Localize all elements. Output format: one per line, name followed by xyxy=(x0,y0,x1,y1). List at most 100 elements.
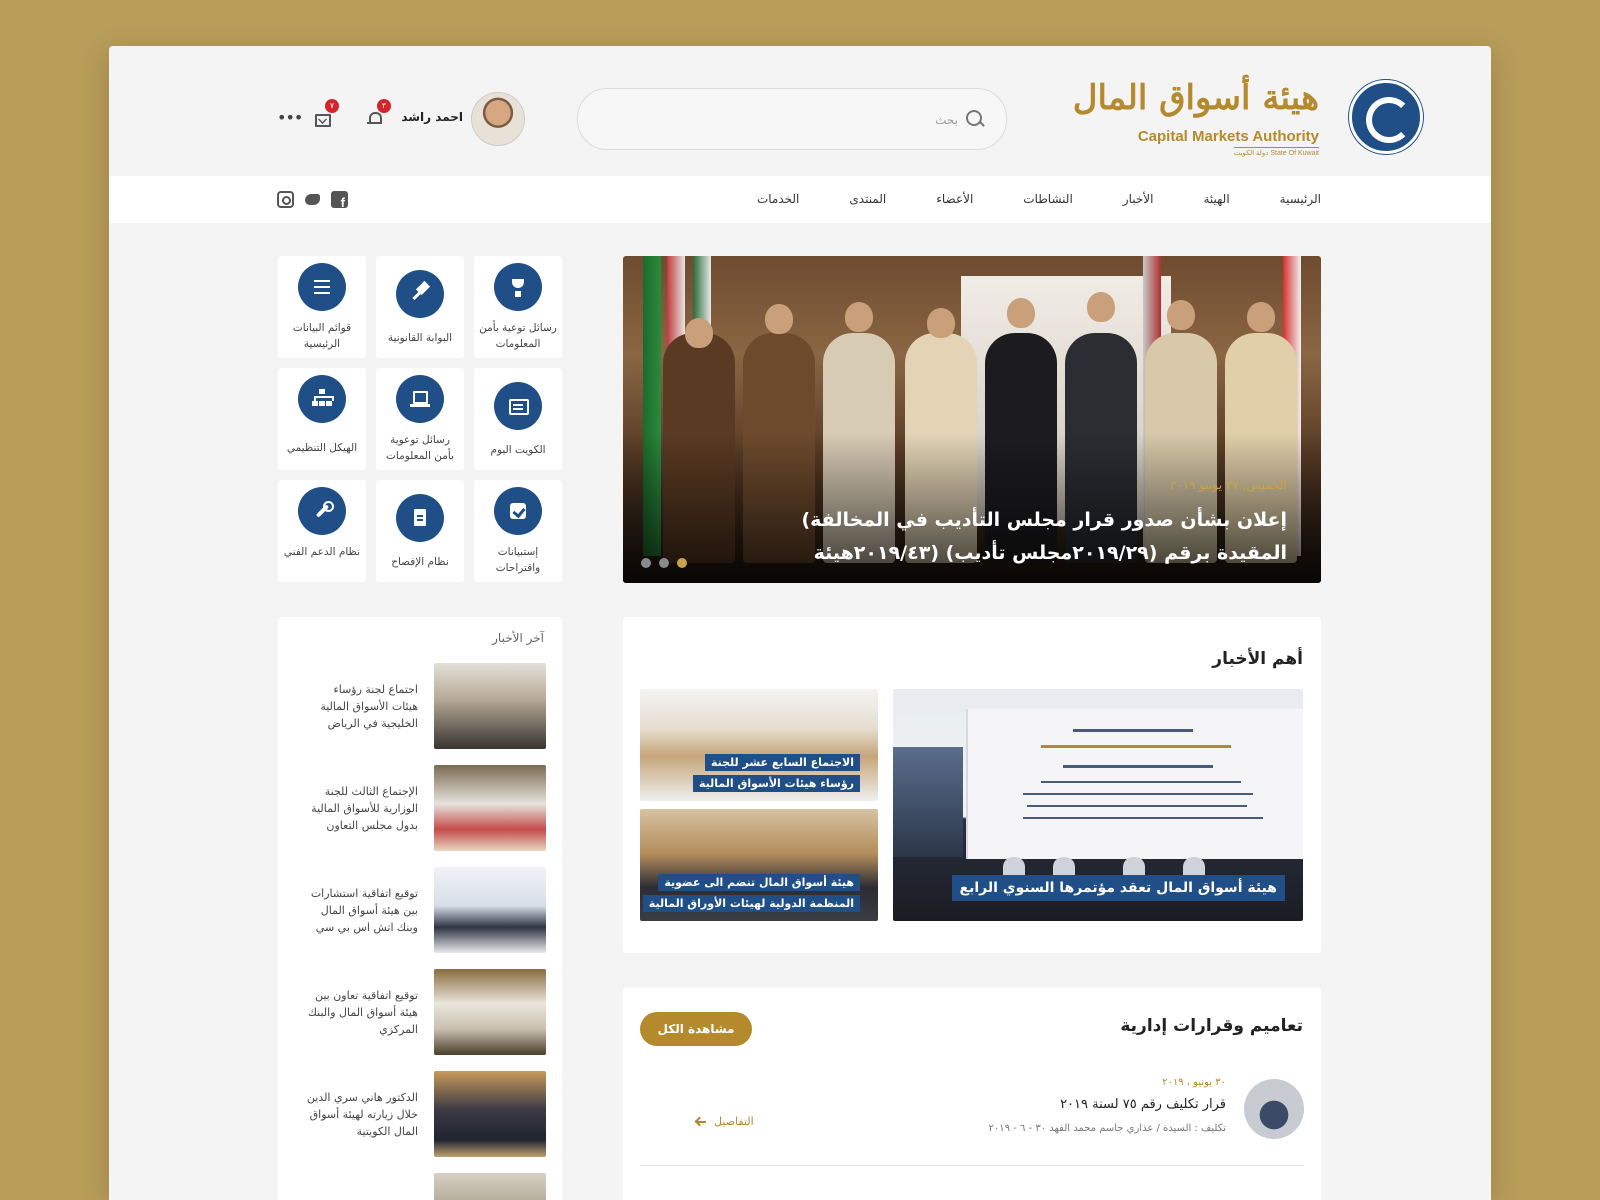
nav-item-members[interactable]: الأعضاء xyxy=(936,176,973,223)
wrench-icon-badge xyxy=(298,487,346,535)
photo-figure xyxy=(1247,302,1275,332)
quick-link-label: الهيكل التنظيمي xyxy=(286,442,358,454)
circular-title[interactable]: قرار تكليف رقم ٧٥ لسنة ٢٠١٩ xyxy=(1060,1097,1226,1112)
quick-link-label: البوابة القانونية xyxy=(387,332,453,344)
quick-link-label: إستبيانات واقتراحات xyxy=(495,546,541,574)
image-detail xyxy=(1041,781,1241,783)
latest-news-item[interactable]: اجتماع لجنة رؤساء هيئات الأسواق المالية … xyxy=(294,663,562,751)
news-caption: رؤساء هيئات الأسواق المالية xyxy=(693,775,860,792)
social-links xyxy=(277,191,348,210)
quick-link-label: نظام الإفصاح xyxy=(391,556,449,568)
more-options-icon[interactable]: ••• xyxy=(277,110,303,126)
list-icon xyxy=(312,277,332,297)
user-menu[interactable]: احمد راشد xyxy=(399,92,525,146)
hero-slider[interactable]: الخميس, ٢٧ يونيو ٢٠١٩ إعلان بشأن صدور قر… xyxy=(623,256,1321,583)
bell-icon[interactable]: ٣ xyxy=(366,99,391,126)
quick-link-tech-support[interactable]: نظام الدعم الفني xyxy=(278,480,366,582)
slider-dot[interactable] xyxy=(641,558,651,568)
news-thumbnail xyxy=(434,765,546,851)
quick-link-surveys[interactable]: إستبيانات واقتراحات xyxy=(474,480,562,582)
news-caption: هيئة أسواق المال تنضم الى عضوية xyxy=(658,874,860,891)
details-link[interactable]: التفاصيل xyxy=(714,1115,754,1128)
logo-emblem-icon xyxy=(1349,80,1423,154)
image-detail xyxy=(1073,729,1193,732)
trophy-icon xyxy=(508,277,528,297)
quick-link-label: رسائل توعية بأمن المعلومات xyxy=(479,322,557,350)
org-chart-icon xyxy=(312,389,334,409)
checkbox-icon xyxy=(508,501,528,521)
quick-link-data-lists[interactable]: قوائم البيانات الرئيسية xyxy=(278,256,366,358)
news-headline: توقيع اتفاقية استشارات بين هيئة أسواق ال… xyxy=(310,887,418,934)
main-nav: الرئيسية الهيئة الأخبار النشاطات الأعضاء… xyxy=(109,176,1491,223)
photo-figure xyxy=(927,308,955,338)
news-card-iosco[interactable]: هيئة أسواق المال تنضم الى عضوية المنظمة … xyxy=(640,809,878,921)
quick-link-label: الكويت اليوم xyxy=(490,444,546,456)
cma-logo[interactable]: هيئة أسواق المال Capital Markets Authori… xyxy=(1073,78,1423,160)
news-thumbnail xyxy=(434,867,546,953)
latest-news-item[interactable]: توقيع اتفاقية استشارات بين هيئة أسواق ال… xyxy=(294,867,562,955)
top-news-panel: أهم الأخبار هيئة أسواق المال تعقد مؤتمره… xyxy=(623,617,1321,953)
nav-item-authority[interactable]: الهيئة xyxy=(1203,176,1229,223)
wrench-icon xyxy=(312,501,334,521)
mail-icon[interactable]: ٧ xyxy=(314,99,339,127)
quick-link-label: نظام الدعم الفني xyxy=(283,546,361,558)
image-detail xyxy=(1041,745,1231,748)
news-thumbnail xyxy=(434,663,546,749)
quick-link-disclosure[interactable]: نظام الإفصاح xyxy=(376,480,464,582)
nav-item-services[interactable]: الخدمات xyxy=(757,176,799,223)
quick-link-awareness[interactable]: رسائل توعية بأمن المعلومات xyxy=(474,256,562,358)
news-card-gcc-meeting[interactable]: الاجتماع السابع عشر للجنة رؤساء هيئات ال… xyxy=(640,689,878,801)
newspaper-icon-badge xyxy=(494,382,542,430)
circulars-title: تعاميم وقرارات إدارية xyxy=(1120,1016,1303,1036)
instagram-icon[interactable] xyxy=(277,191,294,208)
slider-dot-active[interactable] xyxy=(677,558,687,568)
avatar[interactable] xyxy=(471,92,525,146)
user-name: احمد راشد xyxy=(401,110,463,124)
notification-badge: ٣ xyxy=(377,99,391,113)
laptop-icon xyxy=(410,389,430,409)
image-detail xyxy=(1023,817,1263,819)
news-image xyxy=(966,709,1303,859)
nav-item-home[interactable]: الرئيسية xyxy=(1280,176,1321,223)
latest-news-item[interactable]: الإجتماع الثالث للجنة الوزارية للأسواق ا… xyxy=(294,765,562,853)
slide-title[interactable]: إعلان بشأن صدور قرار مجلس التأديب في الم… xyxy=(727,504,1287,570)
logo-subtitle: State Of Kuwait دولة الكويت xyxy=(1233,147,1319,157)
latest-news-item[interactable]: توقيع اتفاقية تعاون بين هيئة أسواق المال… xyxy=(294,969,562,1057)
search-box[interactable] xyxy=(577,88,1007,150)
quick-link-kuwait-today[interactable]: الكويت اليوم xyxy=(474,368,562,470)
image-detail xyxy=(1023,793,1253,795)
image-detail xyxy=(1027,805,1247,807)
circular-item[interactable]: ٣٠ يونيو ، ٢٠١٩ قرار تكليف رقم ٧٥ لسنة ٢… xyxy=(640,1075,1304,1166)
news-caption: الاجتماع السابع عشر للجنة xyxy=(704,754,860,771)
photo-figure xyxy=(845,302,873,332)
twitter-icon[interactable] xyxy=(304,191,321,208)
news-headline: الإجتماع الثالث للجنة الوزارية للأسواق ا… xyxy=(311,785,418,832)
news-headline: الدكتور هاني سري الدين خلال زيارته لهيئة… xyxy=(306,1091,418,1138)
view-all-button[interactable]: مشاهدة الكل xyxy=(640,1012,752,1046)
nav-item-news[interactable]: الأخبار xyxy=(1123,176,1154,223)
quick-link-infosec-messages[interactable]: رسائل توعوية بأمن المعلومات xyxy=(376,368,464,470)
document-icon xyxy=(410,508,430,528)
nav-item-forum[interactable]: المنتدى xyxy=(849,176,886,223)
latest-news-item[interactable] xyxy=(294,1173,562,1200)
slider-dot[interactable] xyxy=(659,558,669,568)
logo-english-name: Capital Markets Authority xyxy=(1137,128,1319,145)
circular-thumbnail xyxy=(1244,1079,1304,1139)
search-icon[interactable] xyxy=(966,110,982,126)
search-input[interactable] xyxy=(616,107,960,133)
slide-date: الخميس, ٢٧ يونيو ٢٠١٩ xyxy=(1169,478,1287,492)
news-image xyxy=(893,747,963,857)
facebook-icon[interactable] xyxy=(331,191,348,210)
quick-link-legal-portal[interactable]: البوابة القانونية xyxy=(376,256,464,358)
circular-date: ٣٠ يونيو ، ٢٠١٩ xyxy=(1162,1077,1226,1088)
featured-news-card[interactable]: هيئة أسواق المال تعقد مؤتمرها السنوي الر… xyxy=(893,689,1303,921)
document-icon-badge xyxy=(396,494,444,542)
browser-window: هيئة أسواق المال Capital Markets Authori… xyxy=(109,46,1491,1200)
laptop-icon-badge xyxy=(396,375,444,423)
latest-news-item[interactable]: الدكتور هاني سري الدين خلال زيارته لهيئة… xyxy=(294,1071,562,1159)
logo-arabic-name: هيئة أسواق المال xyxy=(1072,78,1319,118)
news-thumbnail xyxy=(434,1071,546,1157)
nav-item-activities[interactable]: النشاطات xyxy=(1023,176,1072,223)
quick-link-org-structure[interactable]: الهيكل التنظيمي xyxy=(278,368,366,470)
top-bar: هيئة أسواق المال Capital Markets Authori… xyxy=(109,46,1491,176)
